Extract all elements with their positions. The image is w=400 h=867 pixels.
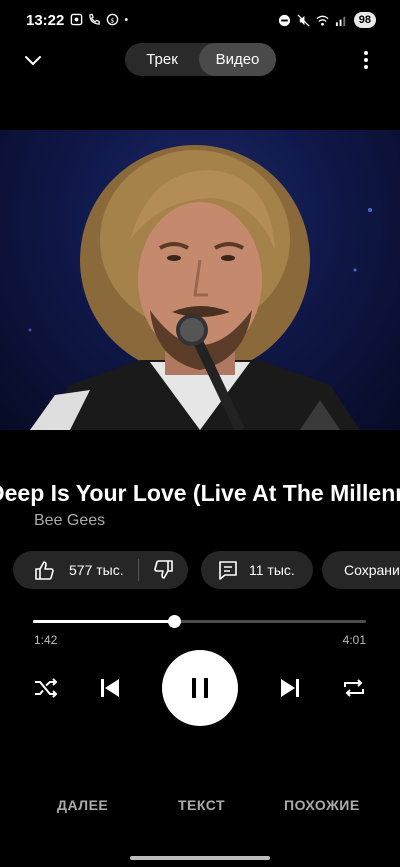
seek-bar[interactable] — [33, 615, 366, 628]
status-bar: 13:22 $ 98 — [0, 0, 400, 40]
tab-video[interactable]: Видео — [199, 43, 276, 76]
comments-chip[interactable]: 11 тыс. — [201, 551, 313, 589]
skip-previous-icon — [101, 679, 119, 697]
like-count[interactable]: 577 тыс. — [69, 562, 124, 578]
comment-icon — [219, 561, 237, 580]
signal-icon — [335, 16, 345, 26]
seek-bar-progress — [33, 620, 175, 623]
status-system-icons: 98 — [278, 12, 376, 28]
mute-icon — [297, 13, 310, 27]
wifi-calling-icon — [89, 13, 100, 25]
track-title: Deep Is Your Love (Live At The Millenniu… — [0, 480, 400, 506]
tab-lyrics[interactable]: ТЕКСТ — [178, 797, 225, 813]
action-chips: 577 тыс. 11 тыс. Сохранить — [0, 551, 400, 589]
comment-count: 11 тыс. — [249, 562, 295, 578]
play-pause-button[interactable] — [162, 650, 238, 726]
tab-related[interactable]: ПОХОЖИЕ — [284, 797, 360, 813]
payment-icon: $ — [106, 13, 119, 26]
track-video-toggle: Трек Видео — [125, 43, 276, 76]
seek-bar-thumb[interactable] — [168, 615, 182, 628]
repeat-icon — [344, 679, 364, 697]
battery-level: 98 — [353, 12, 376, 28]
dnd-icon — [278, 14, 290, 26]
svg-text:$: $ — [110, 16, 114, 24]
thumbs-up-icon[interactable] — [33, 559, 55, 581]
next-track-button[interactable] — [275, 673, 305, 703]
total-duration: 4:01 — [342, 633, 366, 647]
video-player[interactable] — [0, 130, 400, 430]
track-title-container: Deep Is Your Love (Live At The Millenniu… — [0, 478, 400, 512]
tab-track[interactable]: Трек — [125, 43, 199, 76]
previous-track-button[interactable] — [95, 673, 125, 703]
performer-video-frame — [28, 145, 372, 430]
repeat-button[interactable] — [339, 674, 369, 702]
status-notification-icons: $ — [70, 13, 132, 26]
status-time: 13:22 — [26, 12, 65, 29]
home-indicator[interactable] — [130, 856, 270, 860]
elapsed-time: 1:42 — [34, 633, 58, 647]
pause-icon — [192, 678, 208, 698]
more-options-icon[interactable] — [356, 49, 376, 71]
shuffle-icon — [35, 678, 58, 698]
wifi-icon — [316, 15, 329, 26]
screenshot-icon — [70, 13, 83, 26]
save-chip[interactable]: Сохранить — [322, 551, 400, 589]
tab-up-next[interactable]: ДАЛЕЕ — [57, 797, 108, 813]
save-label: Сохранить — [344, 562, 400, 578]
chip-divider — [137, 559, 139, 581]
shuffle-button[interactable] — [31, 675, 61, 701]
like-dislike-chip: 577 тыс. — [13, 551, 188, 589]
thumbs-down-icon[interactable] — [153, 559, 175, 581]
dot-icon — [124, 18, 128, 21]
collapse-chevron-icon[interactable] — [22, 50, 44, 70]
skip-next-icon — [281, 679, 299, 697]
artist-name[interactable]: Bee Gees — [34, 512, 105, 530]
